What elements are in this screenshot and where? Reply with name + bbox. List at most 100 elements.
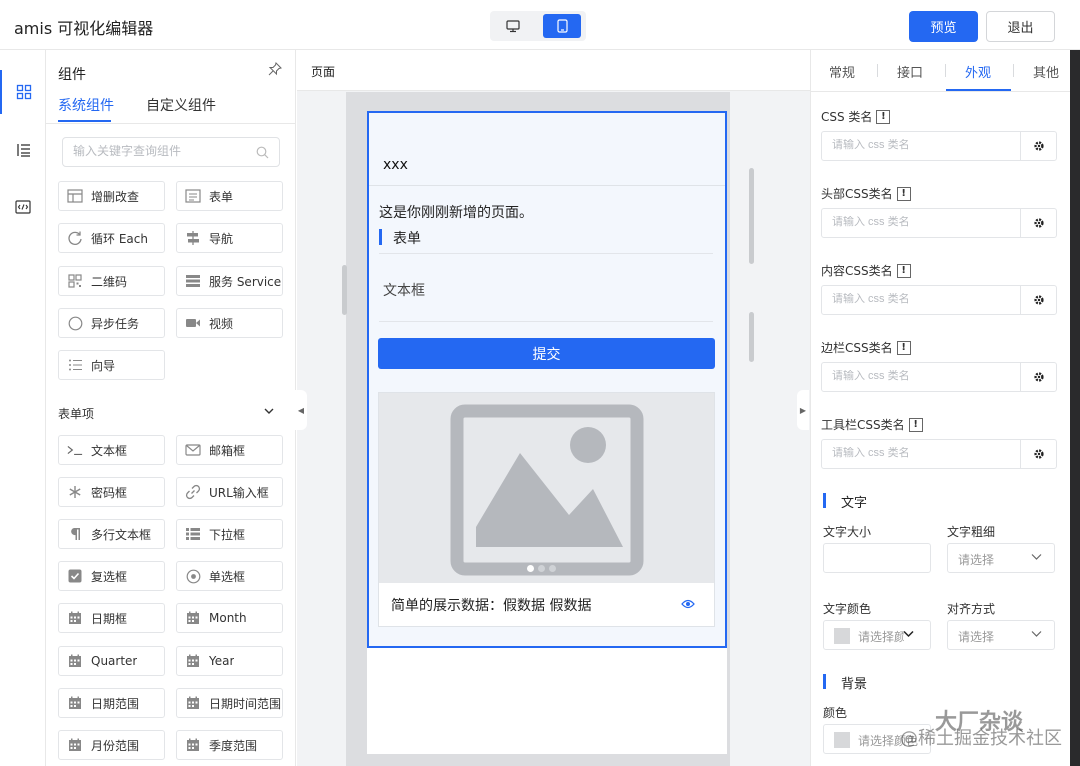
comp-quarter-range[interactable]: 季度范围 — [176, 730, 283, 760]
preview-button[interactable]: 预览 — [909, 11, 978, 42]
color-swatch — [834, 732, 850, 748]
page-intro-text[interactable]: 这是你刚刚新增的页面。 — [379, 202, 533, 222]
comp-crud[interactable]: 增删改查 — [58, 181, 165, 211]
settings-button[interactable] — [1020, 209, 1056, 237]
breadcrumb[interactable]: 页面 — [311, 63, 335, 80]
comp-label: Year — [209, 654, 235, 668]
carousel-dots[interactable] — [527, 565, 556, 572]
form-items-section-title[interactable]: 表单项 — [58, 405, 94, 422]
tab-custom-components[interactable]: 自定义组件 — [146, 95, 216, 115]
component-search-input[interactable] — [73, 144, 243, 158]
tab-general[interactable]: 常规 — [829, 62, 855, 81]
mobile-mode-button[interactable] — [543, 14, 581, 38]
tab-divider — [1013, 64, 1014, 77]
calendar-icon — [67, 737, 83, 753]
comp-radio[interactable]: 单选框 — [176, 561, 283, 591]
submit-button[interactable]: 提交 — [378, 338, 715, 369]
table-icon — [67, 188, 83, 204]
bg-section-title[interactable]: 背景 — [841, 673, 867, 692]
comp-each[interactable]: 循环 Each — [58, 223, 165, 253]
select-icon — [185, 526, 201, 542]
comp-input-password[interactable]: 密码框 — [58, 477, 165, 507]
align-select[interactable]: 请选择 — [947, 620, 1055, 650]
loop-icon — [67, 230, 83, 246]
rail-outline[interactable] — [0, 128, 46, 172]
font-weight-select[interactable]: 请选择 — [947, 543, 1055, 573]
font-weight-label: 文字粗细 — [947, 525, 996, 539]
info-icon[interactable]: ! — [896, 186, 911, 201]
info-icon[interactable]: ! — [896, 340, 911, 355]
comp-date-range[interactable]: 日期范围 — [58, 688, 165, 718]
tab-appearance[interactable]: 外观 — [965, 62, 991, 81]
config-tabs: 常规 接口 外观 其他 — [811, 50, 1070, 92]
collapse-right-panel-button[interactable]: ▶ — [797, 390, 809, 430]
tab-other[interactable]: 其他 — [1033, 62, 1059, 81]
settings-button[interactable] — [1020, 286, 1056, 314]
comp-form[interactable]: 表单 — [176, 181, 283, 211]
comp-video[interactable]: 视频 — [176, 308, 283, 338]
comp-datetime-range[interactable]: 日期时间范围 — [176, 688, 283, 718]
info-icon[interactable]: ! — [896, 263, 911, 278]
comp-checkbox[interactable]: 复选框 — [58, 561, 165, 591]
aside-css-input[interactable] — [832, 370, 1012, 382]
comp-year[interactable]: Year — [176, 646, 283, 676]
comp-service[interactable]: 服务 Service — [176, 266, 283, 296]
phone-icon — [556, 19, 568, 33]
info-icon[interactable]: ! — [876, 109, 891, 124]
eye-icon[interactable] — [681, 599, 695, 609]
font-color-picker[interactable]: 请选择颜色 — [823, 620, 931, 650]
pin-icon[interactable] — [268, 62, 282, 76]
rail-components[interactable] — [0, 70, 46, 114]
rail-code[interactable] — [0, 185, 46, 229]
header-css-input[interactable] — [832, 216, 1012, 228]
comp-async-task[interactable]: 异步任务 — [58, 308, 165, 338]
pc-mode-button[interactable] — [494, 14, 532, 38]
search-icon[interactable] — [256, 146, 269, 159]
tab-system-components[interactable]: 系统组件 — [58, 95, 114, 115]
comp-date[interactable]: 日期框 — [58, 603, 165, 633]
page-title[interactable]: xxx — [383, 157, 408, 173]
comp-nav[interactable]: 导航 — [176, 223, 283, 253]
css-classname-input[interactable] — [832, 139, 1012, 151]
carousel-dot[interactable] — [549, 565, 556, 572]
comp-input-text[interactable]: 文本框 — [58, 435, 165, 465]
gear-icon — [1033, 218, 1044, 228]
phone-side-button — [749, 168, 754, 264]
calendar-icon — [185, 610, 201, 626]
field-label: 边栏CSS类名 — [821, 341, 893, 355]
settings-button[interactable] — [1020, 440, 1056, 468]
comp-wizard[interactable]: 向导 — [58, 350, 165, 380]
carousel-dot[interactable] — [527, 565, 534, 572]
comp-month[interactable]: Month — [176, 603, 283, 633]
exit-button[interactable]: 退出 — [986, 11, 1055, 42]
comp-label: 向导 — [91, 358, 116, 373]
comp-input-url[interactable]: URL输入框 — [176, 477, 283, 507]
comp-input-email[interactable]: 邮箱框 — [176, 435, 283, 465]
chevron-down-icon[interactable] — [262, 404, 276, 418]
css-classname-label: CSS 类名! — [821, 108, 891, 125]
settings-button[interactable] — [1020, 363, 1056, 391]
comp-qrcode[interactable]: 二维码 — [58, 266, 165, 296]
body-css-input[interactable] — [832, 293, 1012, 305]
display-card[interactable]: 简单的展示数据：假数据 假数据 — [378, 392, 715, 627]
tab-api[interactable]: 接口 — [897, 62, 923, 81]
form-title[interactable]: 表单 — [393, 228, 421, 248]
comp-select[interactable]: 下拉框 — [176, 519, 283, 549]
toolbar-css-input[interactable] — [832, 447, 1012, 459]
comp-month-range[interactable]: 月份范围 — [58, 730, 165, 760]
carousel-dot[interactable] — [538, 565, 545, 572]
body-css-label: 内容CSS类名! — [821, 262, 911, 279]
selected-page-region[interactable]: xxx 这是你刚刚新增的页面。 表单 文本框 提交 简单的展示数据：假数据 假数… — [367, 111, 727, 648]
select-placeholder: 请选择 — [958, 630, 995, 644]
chevron-down-icon — [1031, 554, 1042, 560]
text-section-title[interactable]: 文字 — [841, 492, 867, 511]
info-icon[interactable]: ! — [908, 417, 923, 432]
collapse-left-panel-button[interactable]: ◀ — [295, 390, 307, 430]
comp-quarter[interactable]: Quarter — [58, 646, 165, 676]
circle-icon — [67, 315, 83, 331]
comp-textarea[interactable]: 多行文本框 — [58, 519, 165, 549]
font-size-input[interactable] — [823, 543, 931, 573]
settings-button[interactable] — [1020, 132, 1056, 160]
text-field-label[interactable]: 文本框 — [383, 280, 425, 300]
form-icon — [185, 188, 201, 204]
